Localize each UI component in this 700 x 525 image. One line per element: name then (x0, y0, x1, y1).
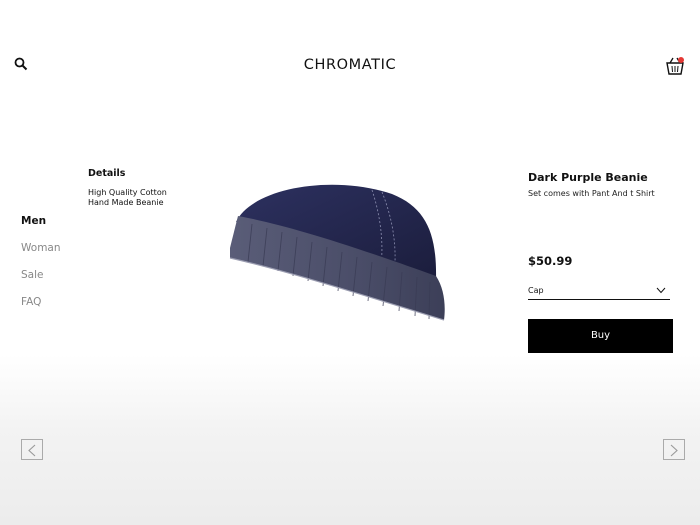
prev-button[interactable] (21, 439, 43, 460)
variant-select[interactable]: Cap (528, 284, 670, 300)
product-details: Details High Quality Cotton Hand Made Be… (88, 168, 198, 208)
chevron-right-icon (670, 444, 678, 457)
product-price: $50.99 (528, 254, 573, 268)
brand-logo[interactable]: CHROMATIC (0, 57, 700, 73)
product-subtitle: Set comes with Pant And t Shirt (528, 189, 655, 198)
product-title: Dark Purple Beanie (528, 171, 648, 184)
nav-item-woman[interactable]: Woman (21, 241, 61, 268)
buy-button[interactable]: Buy (528, 319, 673, 353)
details-heading: Details (88, 168, 126, 179)
category-nav: Men Woman Sale FAQ (21, 214, 61, 322)
basket-icon (666, 57, 684, 75)
details-line-1: High Quality Cotton (88, 188, 167, 197)
variant-select-value: Cap (528, 286, 544, 295)
details-line-2: Hand Made Beanie (88, 198, 164, 207)
nav-item-men[interactable]: Men (21, 214, 61, 241)
chevron-left-icon (28, 444, 36, 457)
product-image (229, 184, 445, 321)
cart-badge (678, 57, 684, 63)
next-button[interactable] (663, 439, 685, 460)
chevron-down-icon (656, 287, 666, 294)
cart-button[interactable] (664, 56, 686, 76)
nav-item-faq[interactable]: FAQ (21, 295, 61, 322)
nav-item-sale[interactable]: Sale (21, 268, 61, 295)
product-info: Dark Purple Beanie Set comes with Pant A… (528, 171, 678, 198)
